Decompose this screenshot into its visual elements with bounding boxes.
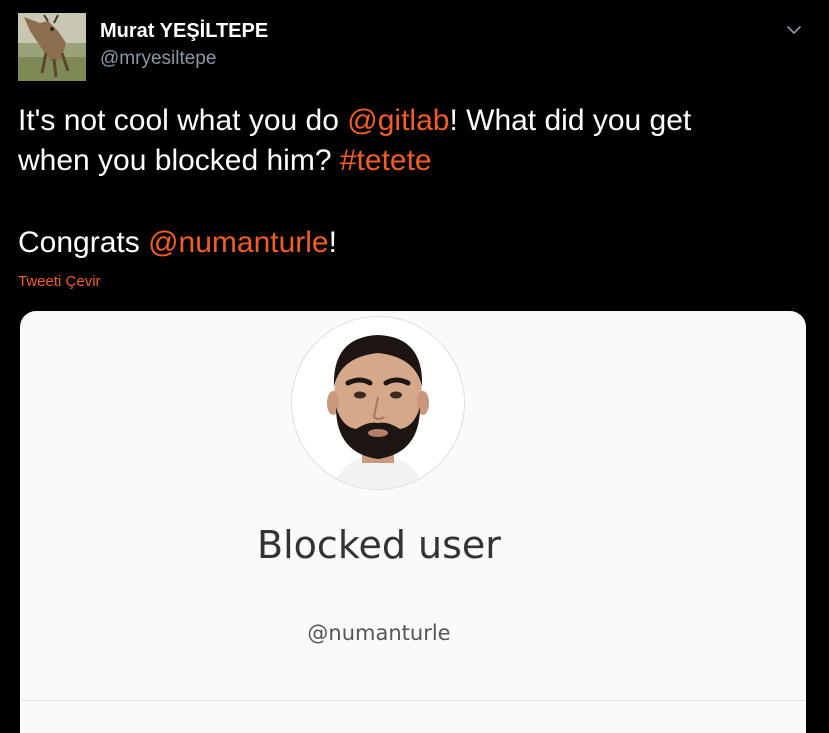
tweet-text: Congrats <box>18 226 149 259</box>
tweet-text: ! <box>328 226 337 259</box>
author-avatar[interactable] <box>18 13 86 81</box>
tweet: Murat YEŞİLTEPE @mryesiltepe It's not co… <box>0 0 829 733</box>
tweet-text-line-2: when you blocked him? #tetete <box>18 144 432 178</box>
blocked-user-title: Blocked user <box>257 523 501 567</box>
mention-gitlab-link[interactable]: @gitlab <box>347 104 449 137</box>
tweet-text-line-1: It's not cool what you do @gitlab! What … <box>18 104 691 138</box>
chevron-down-icon <box>787 26 801 34</box>
attached-image-card[interactable]: Blocked user @numanturle <box>20 311 806 733</box>
hashtag-tetete-link[interactable]: #tetete <box>340 144 432 177</box>
tweet-text: ! What did you get <box>449 104 692 137</box>
blocked-user-handle: @numanturle <box>307 621 451 645</box>
profile-photo <box>291 316 465 490</box>
tweet-text: when you blocked him? <box>18 144 340 177</box>
tweet-text: It's not cool what you do <box>18 104 348 137</box>
tweet-text-line-3: Congrats @numanturle! <box>18 226 337 260</box>
author-name[interactable]: Murat YEŞİLTEPE <box>100 20 268 43</box>
mention-numanturle-link[interactable]: @numanturle <box>148 226 329 259</box>
divider <box>20 700 806 701</box>
author-handle[interactable]: @mryesiltepe <box>100 48 216 70</box>
goat-avatar-icon <box>18 13 86 81</box>
bearded-man-profile-photo-icon <box>292 317 464 489</box>
translate-tweet-link[interactable]: Tweeti Çevir <box>18 273 101 290</box>
tweet-menu-button[interactable] <box>784 22 804 38</box>
